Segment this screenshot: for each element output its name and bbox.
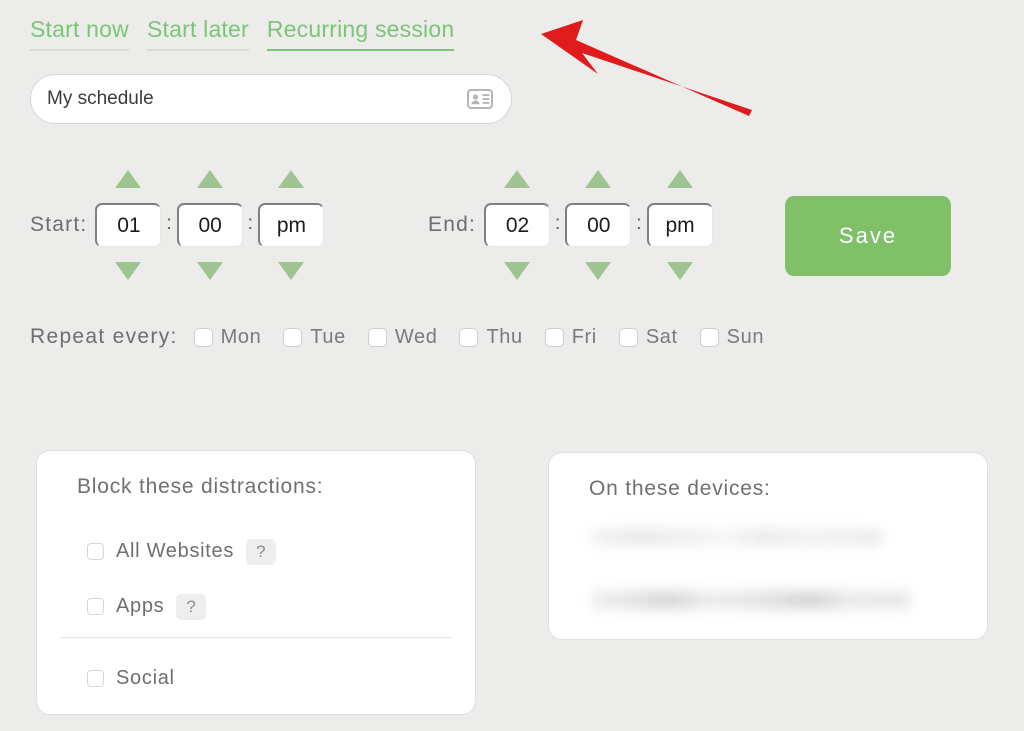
repeat-days-row: Repeat every: Mon Tue Wed Thu Fri Sat Su… bbox=[30, 325, 786, 349]
block-label-apps: Apps bbox=[116, 595, 165, 618]
devices-card: On these devices: bbox=[548, 452, 988, 640]
block-item-apps[interactable]: Apps ? bbox=[87, 594, 206, 620]
start-hour-increment-icon[interactable] bbox=[115, 170, 142, 188]
day-checkbox-tue[interactable]: Tue bbox=[283, 326, 346, 349]
day-checkbox-sat[interactable]: Sat bbox=[618, 325, 678, 349]
end-time-separator-1: : bbox=[555, 213, 561, 234]
start-minute-decrement-icon[interactable] bbox=[196, 262, 223, 280]
help-icon-apps[interactable]: ? bbox=[176, 594, 206, 620]
checkbox-icon[interactable] bbox=[87, 543, 104, 561]
schedule-name-field[interactable] bbox=[30, 74, 512, 124]
session-type-tabs: Start now Start later Recurring session bbox=[30, 18, 455, 51]
end-hour-input[interactable] bbox=[484, 203, 550, 247]
device-row-redacted[interactable] bbox=[591, 529, 881, 545]
end-meridiem-spinner bbox=[646, 160, 713, 290]
start-time-label: Start: bbox=[30, 213, 88, 236]
start-minute-input[interactable] bbox=[176, 203, 243, 247]
repeat-every-label: Repeat every: bbox=[30, 325, 178, 348]
start-hour-spinner bbox=[95, 160, 162, 290]
day-checkbox-fri[interactable]: Fri bbox=[544, 325, 597, 349]
contact-card-icon[interactable] bbox=[465, 84, 495, 114]
device-row-redacted[interactable] bbox=[591, 591, 909, 609]
checkbox-icon[interactable] bbox=[87, 670, 104, 687]
end-minute-spinner bbox=[565, 160, 632, 290]
devices-card-title: On these devices: bbox=[589, 477, 771, 500]
day-label-tue: Tue bbox=[310, 325, 346, 348]
checkbox-icon[interactable] bbox=[193, 327, 213, 347]
start-time-separator-1: : bbox=[166, 213, 172, 234]
tab-start-now[interactable]: Start now bbox=[30, 18, 129, 51]
block-distractions-card: Block these distractions: All Websites ?… bbox=[36, 450, 476, 715]
end-time-label: End: bbox=[428, 213, 476, 236]
start-hour-input[interactable] bbox=[95, 203, 162, 247]
end-hour-decrement-icon[interactable] bbox=[504, 262, 530, 280]
day-label-mon: Mon bbox=[220, 325, 262, 348]
day-checkbox-mon[interactable]: Mon bbox=[193, 325, 262, 349]
start-meridiem-increment-icon[interactable] bbox=[277, 170, 304, 188]
schedule-name-input[interactable] bbox=[31, 75, 465, 123]
tab-recurring-session[interactable]: Recurring session bbox=[266, 18, 455, 51]
end-hour-increment-icon[interactable] bbox=[504, 170, 530, 188]
checkbox-icon[interactable] bbox=[699, 327, 719, 347]
checkbox-icon[interactable] bbox=[544, 327, 564, 347]
day-label-sat: Sat bbox=[645, 325, 678, 348]
tab-start-later[interactable]: Start later bbox=[146, 18, 249, 51]
end-minute-input[interactable] bbox=[565, 203, 632, 247]
checkbox-icon[interactable] bbox=[618, 327, 638, 347]
callout-arrow-icon bbox=[541, 20, 752, 116]
start-time-separator-2: : bbox=[247, 213, 253, 234]
end-time-group: End: : : bbox=[428, 160, 713, 290]
block-label-social: Social bbox=[116, 667, 175, 689]
save-button[interactable]: Save bbox=[785, 196, 951, 276]
start-minute-increment-icon[interactable] bbox=[196, 170, 223, 188]
day-checkbox-thu[interactable]: Thu bbox=[459, 326, 522, 349]
day-label-fri: Fri bbox=[571, 325, 597, 348]
end-minute-decrement-icon[interactable] bbox=[585, 262, 612, 280]
day-checkbox-sun[interactable]: Sun bbox=[699, 325, 765, 349]
day-label-sun: Sun bbox=[726, 325, 765, 348]
end-hour-spinner bbox=[484, 160, 550, 290]
checkbox-icon[interactable] bbox=[367, 327, 387, 347]
start-time-group: Start: : : bbox=[30, 160, 324, 290]
start-minute-spinner bbox=[176, 160, 243, 290]
block-label-all-websites: All Websites bbox=[116, 540, 235, 563]
block-item-social[interactable]: Social bbox=[87, 667, 175, 690]
help-icon-all-websites[interactable]: ? bbox=[246, 539, 276, 565]
start-meridiem-decrement-icon[interactable] bbox=[277, 262, 304, 280]
end-minute-increment-icon[interactable] bbox=[585, 170, 612, 188]
checkbox-icon[interactable] bbox=[87, 598, 104, 616]
day-label-wed: Wed bbox=[394, 325, 438, 348]
checkbox-icon[interactable] bbox=[283, 327, 303, 347]
day-label-thu: Thu bbox=[486, 325, 523, 348]
end-meridiem-increment-icon[interactable] bbox=[666, 170, 693, 188]
start-meridiem-input[interactable] bbox=[257, 203, 324, 247]
end-time-separator-2: : bbox=[636, 213, 642, 234]
card-divider bbox=[61, 637, 453, 638]
start-meridiem-spinner bbox=[257, 160, 324, 290]
block-item-all-websites[interactable]: All Websites ? bbox=[87, 539, 276, 565]
block-card-title: Block these distractions: bbox=[77, 475, 324, 498]
checkbox-icon[interactable] bbox=[459, 327, 479, 347]
start-hour-decrement-icon[interactable] bbox=[115, 262, 142, 280]
end-meridiem-input[interactable] bbox=[646, 203, 713, 247]
end-meridiem-decrement-icon[interactable] bbox=[666, 262, 693, 280]
day-checkbox-wed[interactable]: Wed bbox=[367, 325, 438, 349]
